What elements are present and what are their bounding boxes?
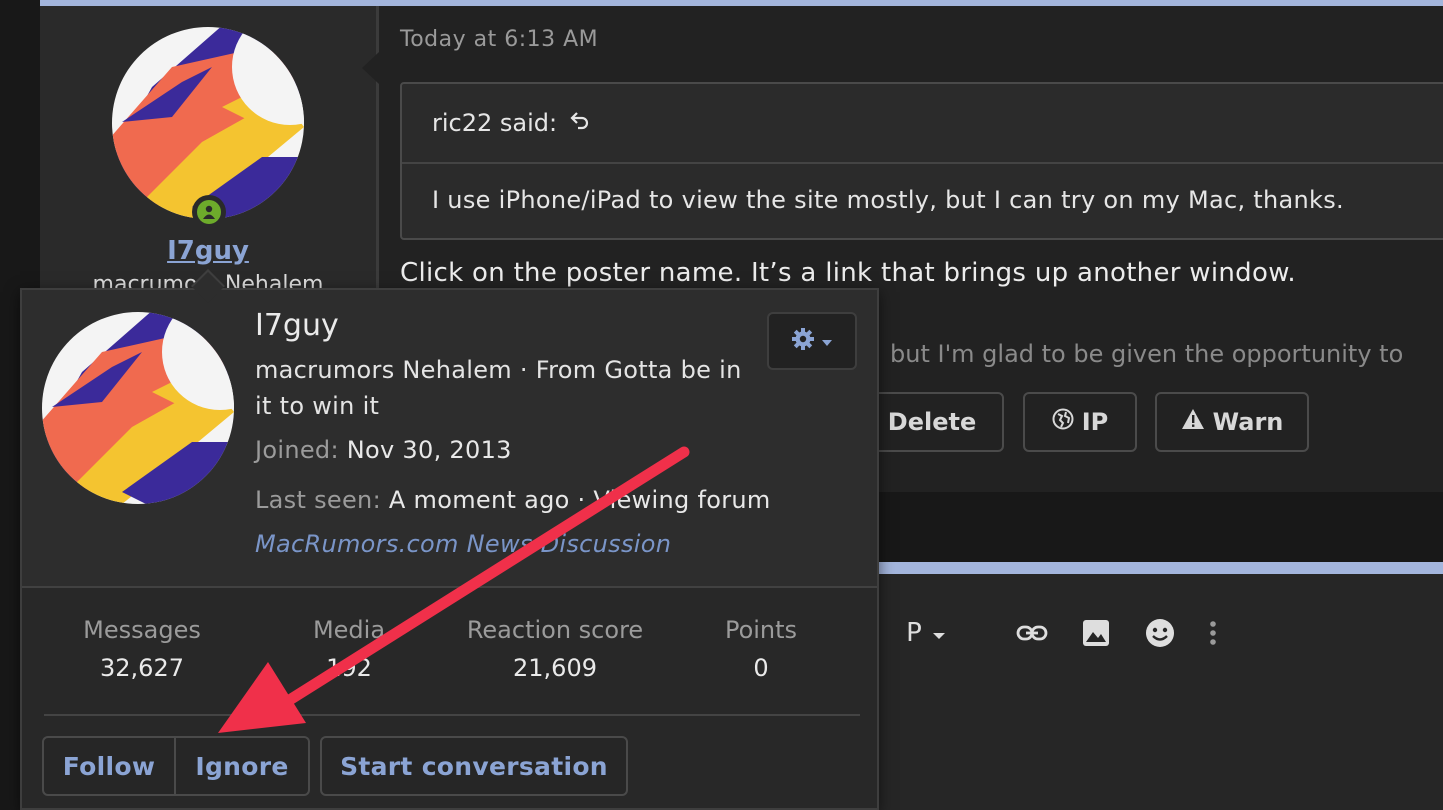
ip-button[interactable]: IP bbox=[1023, 392, 1137, 452]
member-card-title-location: macrumors Nehalem · From Gotta be in it … bbox=[255, 356, 742, 420]
warn-label: Warn bbox=[1212, 408, 1284, 436]
stat-reaction-value: 21,609 bbox=[513, 654, 597, 682]
post-separator-band bbox=[879, 492, 1443, 562]
member-card-actions: Follow Ignore Start conversation bbox=[42, 736, 628, 796]
user-online-icon bbox=[197, 200, 221, 224]
stat-media-label: Media bbox=[312, 616, 386, 644]
stat-points-label: Points bbox=[724, 616, 798, 644]
stat-messages[interactable]: Messages 32,627 bbox=[62, 616, 222, 682]
joined-label: Joined: bbox=[255, 436, 339, 464]
member-card-last-seen: Last seen: A moment ago · Viewing forum bbox=[255, 486, 771, 514]
ignore-button[interactable]: Ignore bbox=[176, 736, 310, 796]
member-tooltip-card: I7guy macrumors Nehalem · From Gotta be … bbox=[20, 288, 879, 810]
stat-reaction-label: Reaction score bbox=[466, 616, 644, 644]
caret-down-icon bbox=[932, 618, 946, 648]
online-status-indicator bbox=[192, 195, 226, 229]
start-conversation-button[interactable]: Start conversation bbox=[320, 736, 628, 796]
post-author-avatar[interactable] bbox=[112, 27, 304, 219]
viewing-forum-link[interactable]: MacRumors.com News Discussion bbox=[255, 530, 671, 558]
more-vertical-icon[interactable] bbox=[1198, 620, 1228, 646]
ip-label: IP bbox=[1081, 408, 1109, 436]
gear-icon bbox=[791, 327, 815, 355]
stat-points[interactable]: Points 0 bbox=[696, 616, 826, 682]
paragraph-format-label: P bbox=[906, 618, 922, 648]
member-card-header: I7guy macrumors Nehalem · From Gotta be … bbox=[22, 290, 877, 588]
chevron-down-icon bbox=[821, 332, 833, 351]
quote-body-text: I use iPhone/iPad to view the site mostl… bbox=[432, 186, 1344, 214]
post-reply-text: Click on the poster name. It’s a link th… bbox=[400, 258, 1296, 288]
reply-editor[interactable] bbox=[879, 574, 1443, 810]
member-card-joined: Joined: Nov 30, 2013 bbox=[255, 436, 512, 464]
stat-messages-label: Messages bbox=[83, 616, 201, 644]
warn-button[interactable]: Warn bbox=[1155, 392, 1309, 452]
stat-reaction-score[interactable]: Reaction score 21,609 bbox=[450, 616, 660, 682]
stat-media-value: 192 bbox=[326, 654, 372, 682]
quote-block: ric22 said: I use iPhone/iPad to view th… bbox=[400, 82, 1443, 240]
quote-header[interactable]: ric22 said: bbox=[402, 84, 1443, 164]
post-author-username-link[interactable]: I7guy bbox=[40, 236, 376, 266]
paragraph-format-dropdown[interactable]: P bbox=[900, 618, 952, 648]
editor-toolbar: P bbox=[900, 618, 1228, 648]
link-icon[interactable] bbox=[1012, 624, 1052, 642]
member-moderation-menu-button[interactable] bbox=[767, 312, 857, 370]
quote-return-arrow-icon[interactable] bbox=[569, 109, 591, 137]
post-action-bar: Delete IP Warn bbox=[832, 392, 1309, 452]
globe-icon bbox=[1052, 408, 1074, 436]
image-icon[interactable] bbox=[1076, 619, 1116, 647]
delete-label: Delete bbox=[887, 408, 977, 436]
warning-triangle-icon bbox=[1181, 408, 1205, 436]
member-card-stats: Messages 32,627 Media 192 Reaction score… bbox=[22, 588, 877, 808]
stat-media[interactable]: Media 192 bbox=[284, 616, 414, 682]
stat-points-value: 0 bbox=[753, 654, 769, 682]
last-seen-label: Last seen: bbox=[255, 486, 381, 514]
stats-divider bbox=[44, 714, 860, 716]
emoji-icon[interactable] bbox=[1140, 618, 1180, 648]
next-post-snippet: but I'm glad to be given the opportunity… bbox=[890, 340, 1404, 368]
follow-button[interactable]: Follow bbox=[42, 736, 176, 796]
member-card-avatar[interactable] bbox=[42, 312, 234, 504]
member-card-username[interactable]: I7guy bbox=[255, 308, 339, 343]
message-pointer-notch bbox=[362, 52, 379, 84]
post-timestamp[interactable]: Today at 6:13 AM bbox=[400, 27, 598, 52]
joined-value: Nov 30, 2013 bbox=[346, 436, 512, 464]
reply-box-accent-bar bbox=[879, 562, 1443, 574]
last-seen-value: A moment ago · Viewing forum bbox=[388, 486, 771, 514]
stat-messages-value: 32,627 bbox=[100, 654, 184, 682]
quote-author: ric22 said: bbox=[432, 109, 558, 137]
